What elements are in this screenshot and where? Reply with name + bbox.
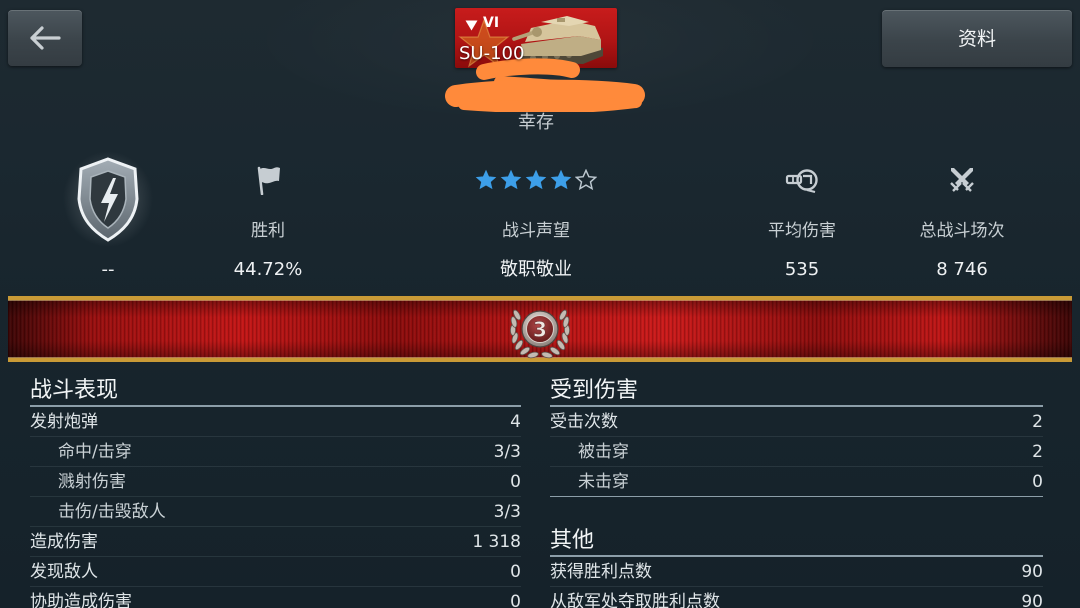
stat-row-times-hit: 受击次数 2 [550, 407, 1043, 437]
stat-row-label: 造成伤害 [30, 531, 98, 552]
stat-row-enemies-damaged-destroyed: 击伤/击毁敌人 3/3 [30, 497, 521, 527]
stat-row-label: 协助造成伤害 [30, 592, 132, 608]
stat-row-label: 发现敌人 [30, 561, 98, 582]
damage-received-panel: 受到伤害 受击次数 2 被击穿 2 未击穿 0 其他 获得胜利点数 90 从敌军… [550, 377, 1043, 608]
stat-row-value: 0 [1032, 471, 1043, 492]
tank-tier: VI [483, 15, 500, 31]
stat-row-label: 从敌军处夺取胜利点数 [550, 592, 720, 608]
stat-row-value: 3/3 [493, 501, 521, 522]
section-title-performance: 战斗表现 [30, 377, 521, 407]
stat-row-victory-points-earned: 获得胜利点数 90 [550, 557, 1043, 587]
star-rating [475, 169, 597, 191]
stat-label: 总战斗场次 [919, 221, 1005, 241]
stat-row-label: 命中/击穿 [58, 441, 132, 462]
tank-destroyer-class-icon [465, 20, 478, 31]
star-icon [525, 169, 547, 190]
stat-row-value: 0 [510, 471, 521, 492]
stat-row-label: 受击次数 [550, 411, 618, 432]
arrow-left-icon [30, 26, 61, 50]
stat-row-value: 0 [510, 592, 521, 608]
stat-row-value: 3/3 [493, 441, 521, 462]
stat-row-damage-dealt: 造成伤害 1 318 [30, 527, 521, 557]
stat-row-victory-points-captured: 从敌军处夺取胜利点数 90 [550, 587, 1043, 608]
stat-row-label: 溅射伤害 [58, 471, 126, 492]
stat-icon-wrap [168, 160, 368, 200]
stat-row-assisted-damage: 协助造成伤害 0 [30, 587, 521, 608]
stat-win-rate: 胜利 44.72% [168, 160, 368, 284]
stat-row-enemies-spotted: 发现敌人 0 [30, 557, 521, 587]
stat-value: 敬职敬业 [500, 259, 572, 280]
stat-value: 8 746 [936, 259, 988, 280]
star-icon [475, 169, 497, 190]
stat-value: 44.72% [233, 259, 303, 280]
stat-row-not-penetrated: 未击穿 0 [550, 467, 1043, 497]
stat-row-label: 被击穿 [578, 441, 629, 462]
star-icon [575, 169, 597, 191]
stat-total-battles: 总战斗场次 8 746 [862, 160, 1062, 284]
cannon-icon [785, 169, 818, 193]
battle-performance-panel: 战斗表现 发射炮弹 4 命中/击穿 3/3 溅射伤害 0 击伤/击毁敌人 3/3… [30, 377, 521, 608]
laurel-badge-icon: 3 [509, 309, 571, 359]
stat-row-value: 0 [510, 561, 521, 582]
star-icon [550, 169, 572, 190]
stat-icon-wrap [436, 160, 636, 200]
tank-name: SU-100 [459, 43, 525, 64]
stat-row-hits-penetrations: 命中/击穿 3/3 [30, 437, 521, 467]
profile-button[interactable]: 资料 [882, 10, 1072, 67]
stat-row-splash-damage: 溅射伤害 0 [30, 467, 521, 497]
rank-value: -- [101, 259, 115, 280]
section-title-other: 其他 [550, 527, 1043, 557]
flag-icon [257, 166, 280, 195]
survival-status: 幸存 [518, 112, 554, 133]
stat-row-value: 2 [1032, 441, 1043, 462]
stat-label: 胜利 [251, 221, 285, 241]
star-icon [500, 169, 522, 190]
crossed-swords-icon [950, 168, 974, 192]
stat-row-value: 4 [510, 411, 521, 432]
stat-label: 战斗声望 [502, 221, 570, 241]
back-button[interactable] [8, 10, 82, 66]
stat-row-shots-fired: 发射炮弹 4 [30, 407, 521, 437]
stat-row-label: 击伤/击毁敌人 [58, 501, 166, 522]
stat-row-penetrated: 被击穿 2 [550, 437, 1043, 467]
stat-icon-wrap [862, 160, 1062, 200]
mastery-badge-value: 3 [533, 318, 547, 342]
stat-row-label: 未击穿 [578, 471, 629, 492]
section-title-damage-received: 受到伤害 [550, 377, 1043, 407]
rank-shield-icon [63, 151, 153, 247]
stat-row-value: 90 [1021, 561, 1043, 582]
stat-reputation: 战斗声望 敬职敬业 [436, 160, 636, 284]
stat-row-value: 90 [1021, 592, 1043, 608]
stat-row-value: 1 318 [472, 531, 521, 552]
stat-row-label: 发射炮弹 [30, 411, 98, 432]
stat-row-label: 获得胜利点数 [550, 561, 652, 582]
stat-row-value: 2 [1032, 411, 1043, 432]
